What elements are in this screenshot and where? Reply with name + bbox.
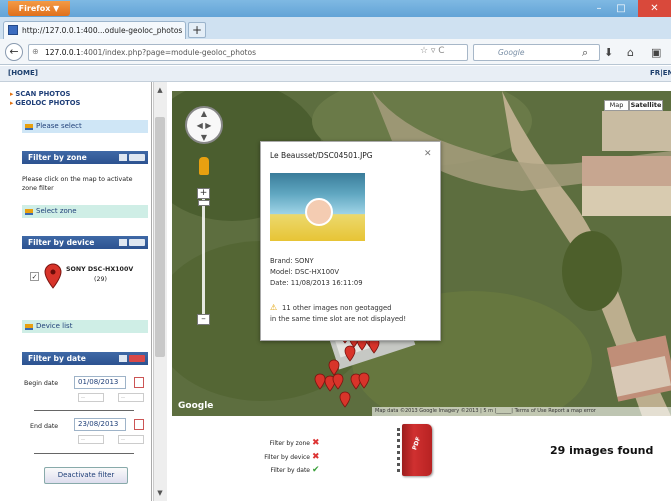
device-count: (29) xyxy=(94,276,107,283)
search-icon[interactable]: ⌕ xyxy=(582,46,588,60)
menu-link-label: GEOLOC PHOTOS xyxy=(15,99,81,107)
url-host: 127.0.0.1 xyxy=(45,48,81,57)
tab-favicon-icon xyxy=(8,25,18,35)
filter-date-header[interactable]: Filter by date xyxy=(22,352,148,365)
divider xyxy=(34,410,134,411)
popup-close-icon[interactable]: ✕ xyxy=(424,149,432,159)
select-zone-label: Select zone xyxy=(36,207,77,215)
toggle-icon[interactable] xyxy=(119,239,127,246)
map-type-map-button[interactable]: Map xyxy=(604,100,629,111)
language-switch[interactable]: FR|EN xyxy=(650,69,671,77)
search-input[interactable]: Google xyxy=(473,44,600,61)
home-link[interactable]: [HOME] xyxy=(8,69,38,77)
pencil-icon xyxy=(25,124,33,130)
warning-icon: ⚠ xyxy=(270,303,278,312)
scrollbar-thumb[interactable] xyxy=(155,117,165,357)
bullet-arrow-icon: ▸ xyxy=(10,90,14,98)
bullet-arrow-icon: ▸ xyxy=(10,99,14,107)
begin-hour-select[interactable]: -- xyxy=(78,393,104,402)
close-window-button[interactable]: ✕ xyxy=(638,0,671,17)
check-icon: ✔ xyxy=(312,465,320,475)
popup-date: Date: 11/08/2013 16:11:09 xyxy=(270,279,363,287)
calendar-icon[interactable] xyxy=(134,419,144,430)
menu-link-scan-photos[interactable]: ▸ SCAN PHOTOS xyxy=(10,90,70,98)
zoom-slider-handle[interactable] xyxy=(198,200,210,206)
popup-title: Le Beausset/DSC04501.JPG xyxy=(270,151,373,160)
popup-warning-line2: in the same time slot are not displayed! xyxy=(270,315,407,323)
zoom-slider[interactable] xyxy=(202,193,205,315)
device-name: SONY DSC-HX100V xyxy=(66,266,134,273)
pan-left-right-icon[interactable]: ◀ ▶ xyxy=(187,120,221,132)
filter-device-header[interactable]: Filter by device xyxy=(22,236,148,249)
browser-tab[interactable]: http://127.0.0.1:400...odule-geoloc_phot… xyxy=(3,21,186,40)
panel-title: Filter by zone xyxy=(28,153,87,162)
cross-icon: ✖ xyxy=(312,452,320,462)
zoom-out-button[interactable]: – xyxy=(197,314,210,325)
begin-date-label: Begin date xyxy=(24,380,59,387)
firefox-menu-button[interactable]: Firefox ▼ xyxy=(8,1,70,16)
map-marker-icon xyxy=(44,263,62,289)
minimize-button[interactable]: – xyxy=(588,0,610,17)
collapse-icon[interactable] xyxy=(129,154,145,161)
street-view-pegman-icon[interactable] xyxy=(199,157,209,175)
menu-icon[interactable]: ▣ xyxy=(651,46,661,59)
please-select-bar[interactable]: Please select xyxy=(22,120,148,133)
address-bar[interactable]: 127.0.0.1:4001/index.php?page=module-geo… xyxy=(28,44,468,61)
back-arrow-icon[interactable]: ← xyxy=(5,43,23,61)
page-topbar xyxy=(0,66,671,82)
end-minute-select[interactable]: -- xyxy=(118,435,144,444)
begin-date-input[interactable]: 01/08/2013 xyxy=(74,376,126,389)
begin-minute-select[interactable]: -- xyxy=(118,393,144,402)
map-attribution[interactable]: Map data ©2013 Google Imagery ©2013 | 5 … xyxy=(372,407,671,416)
end-date-input[interactable]: 23/08/2013 xyxy=(74,418,126,431)
filter-date-status-label: Filter by date xyxy=(270,467,310,474)
panel-title: Filter by date xyxy=(28,354,86,363)
pan-up-icon[interactable]: ▲ xyxy=(187,108,221,120)
divider xyxy=(34,453,134,454)
cross-icon: ✖ xyxy=(312,438,320,448)
site-identity-icon: ⊕ xyxy=(32,47,39,56)
device-list-bar[interactable]: Device list xyxy=(22,320,148,333)
filter-zone-header[interactable]: Filter by zone xyxy=(22,151,148,164)
end-date-label: End date xyxy=(30,423,59,430)
device-list-label: Device list xyxy=(36,322,73,330)
home-icon[interactable]: ⌂ xyxy=(627,46,634,59)
please-select-label: Please select xyxy=(36,122,82,130)
zone-help-text: Please click on the map to activate zone… xyxy=(22,176,133,192)
deactivate-filter-button[interactable]: Deactivate filter xyxy=(44,467,128,484)
pan-down-icon[interactable]: ▼ xyxy=(187,132,221,144)
popup-brand: Brand: SONY xyxy=(270,257,314,265)
toggle-icon[interactable] xyxy=(119,355,127,362)
google-logo: Google xyxy=(178,401,214,411)
select-zone-bar[interactable]: Select zone xyxy=(22,205,148,218)
collapse-icon[interactable] xyxy=(129,239,145,246)
scroll-down-icon[interactable]: ▼ xyxy=(155,489,165,497)
menu-link-label: SCAN PHOTOS xyxy=(15,90,71,98)
photo-subject xyxy=(305,198,333,226)
map-top-spacer xyxy=(172,82,671,91)
menu-link-geoloc-photos[interactable]: ▸ GEOLOC PHOTOS xyxy=(10,99,80,107)
new-tab-button[interactable]: + xyxy=(188,22,206,38)
url-path: :4001/index.php?page=module-geoloc_photo… xyxy=(80,48,256,57)
bookmark-star-icon[interactable]: ☆ ▿ C xyxy=(420,46,445,56)
pencil-icon xyxy=(25,209,33,215)
map-type-satellite-button[interactable]: Satellite xyxy=(629,100,663,111)
device-checkbox[interactable]: ✓ xyxy=(30,272,39,281)
filter-device-status-label: Filter by device xyxy=(264,454,310,461)
toggle-icon[interactable] xyxy=(119,154,127,161)
filter-zone-status-label: Filter by zone xyxy=(269,440,310,447)
popup-warning-line1: 11 other images non geotagged xyxy=(282,304,392,312)
pan-control[interactable]: ▲ ◀ ▶ ▼ xyxy=(185,106,223,144)
zoom-in-button[interactable]: + xyxy=(197,188,210,199)
scroll-up-icon[interactable]: ▲ xyxy=(155,86,165,94)
calendar-icon[interactable] xyxy=(134,377,144,388)
pencil-icon xyxy=(25,324,33,330)
popup-model: Model: DSC-HX100V xyxy=(270,268,339,276)
maximize-button[interactable]: □ xyxy=(610,0,632,17)
collapse-icon[interactable] xyxy=(129,355,145,362)
panel-title: Filter by device xyxy=(28,238,95,247)
end-hour-select[interactable]: -- xyxy=(78,435,104,444)
download-arrow-icon[interactable]: ⬇ xyxy=(604,46,613,59)
images-found-count: 29 images found xyxy=(550,444,654,457)
